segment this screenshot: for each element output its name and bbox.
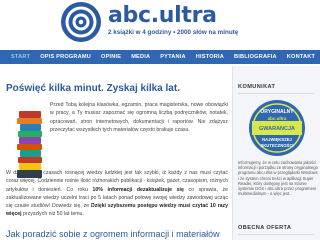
target-icon[interactable]	[60, 1, 102, 43]
nav-item-start[interactable]: START	[6, 50, 35, 64]
text-run: przyszłych niż 50 lat temu.	[21, 211, 84, 218]
award-seal-icon[interactable]: ORYGINALNY abc.ultra GWARANCJA NAJWIĘKSZ…	[248, 99, 306, 157]
sidebar-title-komunikat: KOMUNIKAT	[238, 84, 276, 90]
nav-item-opinie[interactable]: OPINIE	[96, 50, 126, 64]
divider	[238, 234, 314, 235]
site-header: abc.ultra 2 książki w 4 godziny • 2000 s…	[0, 0, 320, 48]
intro-paragraph: Przed Tobą kolejna klasówka, egzamin, pr…	[50, 102, 228, 133]
nav-item-pytania[interactable]: PYTANIA	[155, 50, 191, 64]
sidebar-title-obecna-oferta: OBECNA OFERTA	[238, 225, 292, 231]
sidebar-notice-text: Informujemy, że w celu zachowania jakośc…	[238, 160, 318, 197]
body-paragraph: W dzisiejszych czasach rosnącej wiedzy l…	[6, 169, 228, 219]
emphasis-text: 10% informacji dezaktualizuje się	[92, 186, 184, 193]
nav-item-bibliografia[interactable]: BIBLIOGRAFIA	[229, 50, 282, 64]
main-content: Poświęć kilka minut. Zyskaj kilka lat. P…	[6, 66, 230, 240]
section-subheading: Jak poradzić sobie z ogromem informacji …	[6, 229, 220, 239]
seal-line-4: NAJWIĘKSZEJ	[262, 137, 292, 142]
seal-line-3: GWARANCJA	[259, 126, 295, 132]
nav-item-media[interactable]: MEDIA	[126, 50, 155, 64]
divider	[238, 93, 314, 94]
seal-line-5: SKUTECZNOŚCI	[260, 143, 293, 148]
brand-tagline: 2 książki w 4 godziny • 2000 słów na min…	[108, 29, 239, 36]
nav-item-historia[interactable]: HISTORIA	[191, 50, 229, 64]
page-headline: Poświęć kilka minut. Zyskaj kilka lat.	[6, 83, 180, 94]
seal-line-2: abc.ultra	[268, 116, 287, 121]
nav-item-kontakt[interactable]: KONTAKT	[282, 50, 320, 64]
brand-name[interactable]: abc.ultra	[108, 3, 217, 29]
main-nav: START OPIS PROGRAMU OPINIE MEDIA PYTANIA…	[0, 50, 320, 64]
seal-line-1: ORYGINALNY	[260, 109, 294, 115]
nav-item-opis-programu[interactable]: OPIS PROGRAMU	[35, 50, 96, 64]
